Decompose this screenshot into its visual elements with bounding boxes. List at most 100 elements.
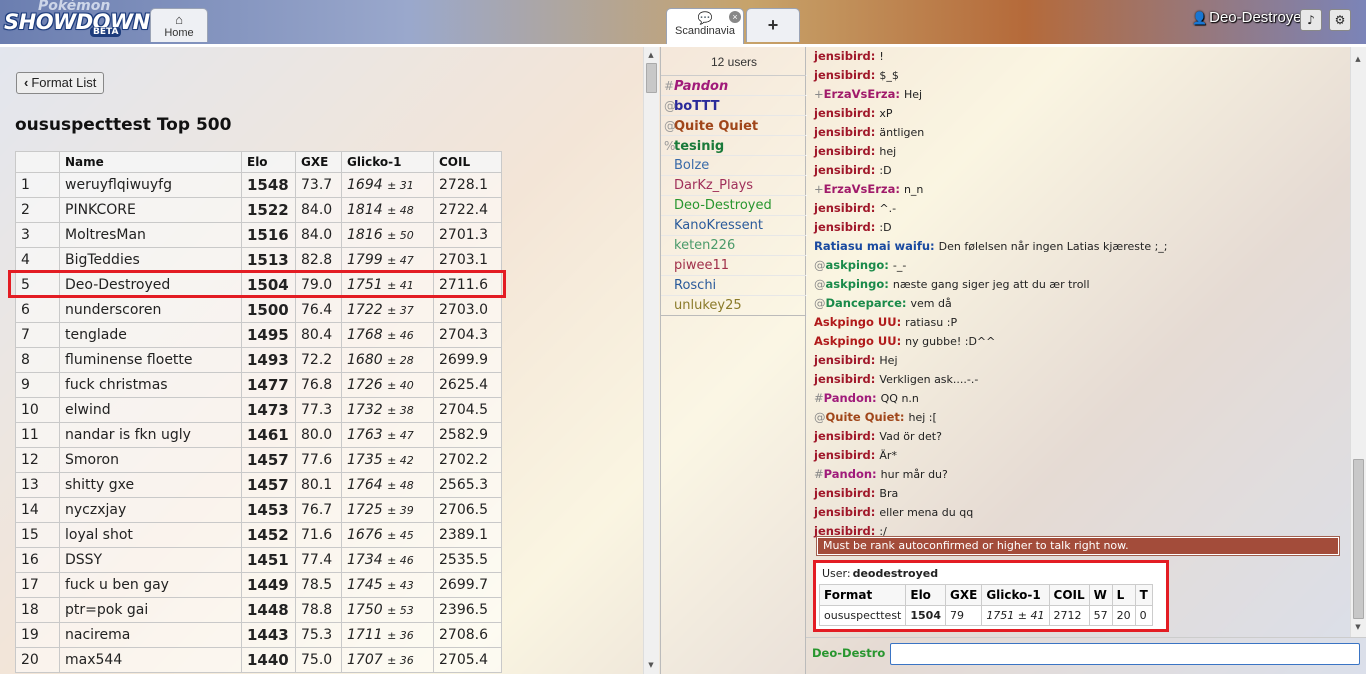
ladder-scrollbar[interactable]: ▲ ▼	[643, 47, 659, 674]
chat-panel: jensibird:! jensibird: $_$ +ErzaVsErza: Hej j…	[806, 47, 1366, 637]
user-list-name: Bolze	[674, 158, 710, 173]
chat-author[interactable]: @Quite Quiet:	[814, 410, 905, 424]
chat-author[interactable]: @askpingo:	[814, 277, 889, 291]
ladder-elo: 1477	[241, 372, 296, 398]
chat-author[interactable]: @Danceparce:	[814, 296, 907, 310]
ladder-coil: 2706.5	[433, 497, 502, 523]
chat-author[interactable]: +ErzaVsErza:	[814, 87, 900, 101]
format-list-button[interactable]: ‹ Format List	[16, 72, 105, 94]
top-header: Pokémon SHOWDOWN BETA ⌂ Home 💬 Scandinav…	[0, 0, 1366, 44]
pokemon-showdown-logo[interactable]: Pokémon SHOWDOWN BETA	[2, 0, 150, 42]
user-list-item[interactable]: DarKz_Plays	[661, 176, 807, 196]
ladder-gxe: 76.7	[295, 497, 342, 523]
chat-message: jensibird: Verkligen ask....-.-	[814, 370, 1344, 389]
chat-author[interactable]: #Pandon:	[814, 467, 877, 481]
ladder-coil: 2565.3	[433, 472, 502, 498]
glicko-rating: 1735	[347, 452, 383, 468]
glicko-deviation: ± 42	[387, 454, 414, 467]
chat-author[interactable]: Ratiasu mai waifu:	[814, 239, 935, 253]
ladder-name[interactable]: MoltresMan	[59, 222, 242, 248]
ladder-name[interactable]: tenglade	[59, 322, 242, 348]
tab-scandinavia[interactable]: 💬 Scandinavia ×	[666, 8, 744, 44]
tab-home[interactable]: ⌂ Home	[150, 8, 208, 42]
user-list-item[interactable]: piwee11	[661, 256, 807, 276]
user-list-item[interactable]: unlukey25	[661, 296, 807, 316]
chat-input-username[interactable]: Deo-Destro	[812, 646, 885, 660]
chat-author[interactable]: jensibird:	[814, 201, 875, 215]
chat-author[interactable]: jensibird:	[814, 68, 875, 82]
ladder-name[interactable]: PINKCORE	[59, 197, 242, 223]
ladder-name[interactable]: loyal shot	[59, 522, 242, 548]
chat-author[interactable]: jensibird:	[814, 353, 875, 367]
scroll-thumb[interactable]	[1353, 459, 1364, 619]
user-list-item[interactable]: keten226	[661, 236, 807, 256]
chat-input[interactable]	[890, 643, 1360, 665]
chat-author[interactable]: #Pandon:	[814, 391, 877, 405]
chat-author[interactable]: jensibird:	[814, 125, 875, 139]
chat-author[interactable]: jensibird:	[814, 372, 875, 386]
chat-author[interactable]: jensibird:	[814, 49, 875, 63]
ladder-name[interactable]: BigTeddies	[59, 247, 242, 273]
ladder-name[interactable]: elwind	[59, 397, 242, 423]
ladder-elo: 1457	[241, 472, 296, 498]
ladder-name[interactable]: shitty gxe	[59, 472, 242, 498]
user-list-name: KanoKressent	[674, 218, 763, 233]
ladder-gxe: 84.0	[295, 222, 342, 248]
chat-message: Askpingo UU: ratiasu :P	[814, 313, 1344, 332]
chat-author[interactable]: Askpingo UU:	[814, 334, 901, 348]
ladder-name[interactable]: nacirema	[59, 622, 242, 648]
ladder-name[interactable]: max544	[59, 647, 242, 673]
column-header: GXE	[944, 584, 983, 606]
chat-text: !	[879, 50, 884, 63]
ladder-rank: 8	[15, 347, 60, 373]
close-tab-icon[interactable]: ×	[729, 11, 741, 23]
ladder-row: 15 loyal shot 1452 71.6 1676 ± 45 2389.1	[15, 522, 502, 548]
user-list-item[interactable]: Deo-Destroyed	[661, 196, 807, 216]
chat-author[interactable]: jensibird:	[814, 486, 875, 500]
chat-scrollbar[interactable]: ▲ ▼	[1350, 47, 1366, 637]
user-list-item[interactable]: Roschi	[661, 276, 807, 296]
user-list-item[interactable]: #Pandon	[661, 76, 807, 96]
ladder-name[interactable]: nandar is fkn ugly	[59, 422, 242, 448]
scroll-down-icon[interactable]: ▼	[1352, 621, 1364, 633]
sound-icon[interactable]: ♪	[1300, 9, 1322, 31]
chat-author[interactable]: @askpingo:	[814, 258, 889, 272]
ladder-row: 11 nandar is fkn ugly 1461 80.0 1763 ± 47 258…	[15, 422, 502, 448]
scroll-up-icon[interactable]: ▲	[1352, 53, 1364, 65]
chat-author[interactable]: Askpingo UU:	[814, 315, 901, 329]
chat-author[interactable]: jensibird:	[814, 429, 875, 443]
ladder-name[interactable]: DSSY	[59, 547, 242, 573]
ladder-coil: 2708.6	[433, 622, 502, 648]
ladder-row: 4 BigTeddies 1513 82.8 1799 ± 47 2703.1	[15, 247, 502, 273]
ladder-name[interactable]: fluminense floette	[59, 347, 242, 373]
scroll-up-icon[interactable]: ▲	[645, 49, 657, 61]
chat-author[interactable]: +ErzaVsErza:	[814, 182, 900, 196]
gear-icon[interactable]: ⚙	[1329, 9, 1351, 31]
ladder-name[interactable]: weruyflqiwuyfg	[59, 172, 242, 198]
chat-message: jensibird: Hej	[814, 351, 1344, 370]
chat-message: jensibird: xP	[814, 104, 1344, 123]
user-list-item[interactable]: @boTTT	[661, 96, 807, 116]
chat-author[interactable]: jensibird:	[814, 144, 875, 158]
ladder-name[interactable]: fuck u ben gay	[59, 572, 242, 598]
new-tab-button[interactable]: +	[746, 8, 800, 42]
chat-author-rank: #	[814, 467, 824, 481]
ladder-name[interactable]: nyczxjay	[59, 497, 242, 523]
ladder-name[interactable]: ptr=pok gai	[59, 597, 242, 623]
chat-author[interactable]: jensibird:	[814, 163, 875, 177]
glicko-deviation: ± 45	[387, 529, 414, 542]
chat-author[interactable]: jensibird:	[814, 448, 875, 462]
ladder-name[interactable]: fuck christmas	[59, 372, 242, 398]
chat-author[interactable]: jensibird:	[814, 505, 875, 519]
user-list-item[interactable]: Bolze	[661, 156, 807, 176]
user-list-item[interactable]: @Quite Quiet	[661, 116, 807, 136]
user-account-button[interactable]: 👤 Deo-Destroyed	[1192, 9, 1310, 26]
chat-author[interactable]: jensibird:	[814, 106, 875, 120]
ladder-name[interactable]: Smoron	[59, 447, 242, 473]
scroll-thumb[interactable]	[646, 63, 657, 93]
chat-author[interactable]: jensibird:	[814, 220, 875, 234]
user-list-item[interactable]: %tesinig	[661, 136, 807, 156]
scroll-down-icon[interactable]: ▼	[645, 659, 657, 671]
ladder-name[interactable]: nunderscoren	[59, 297, 242, 323]
user-list-item[interactable]: KanoKressent	[661, 216, 807, 236]
